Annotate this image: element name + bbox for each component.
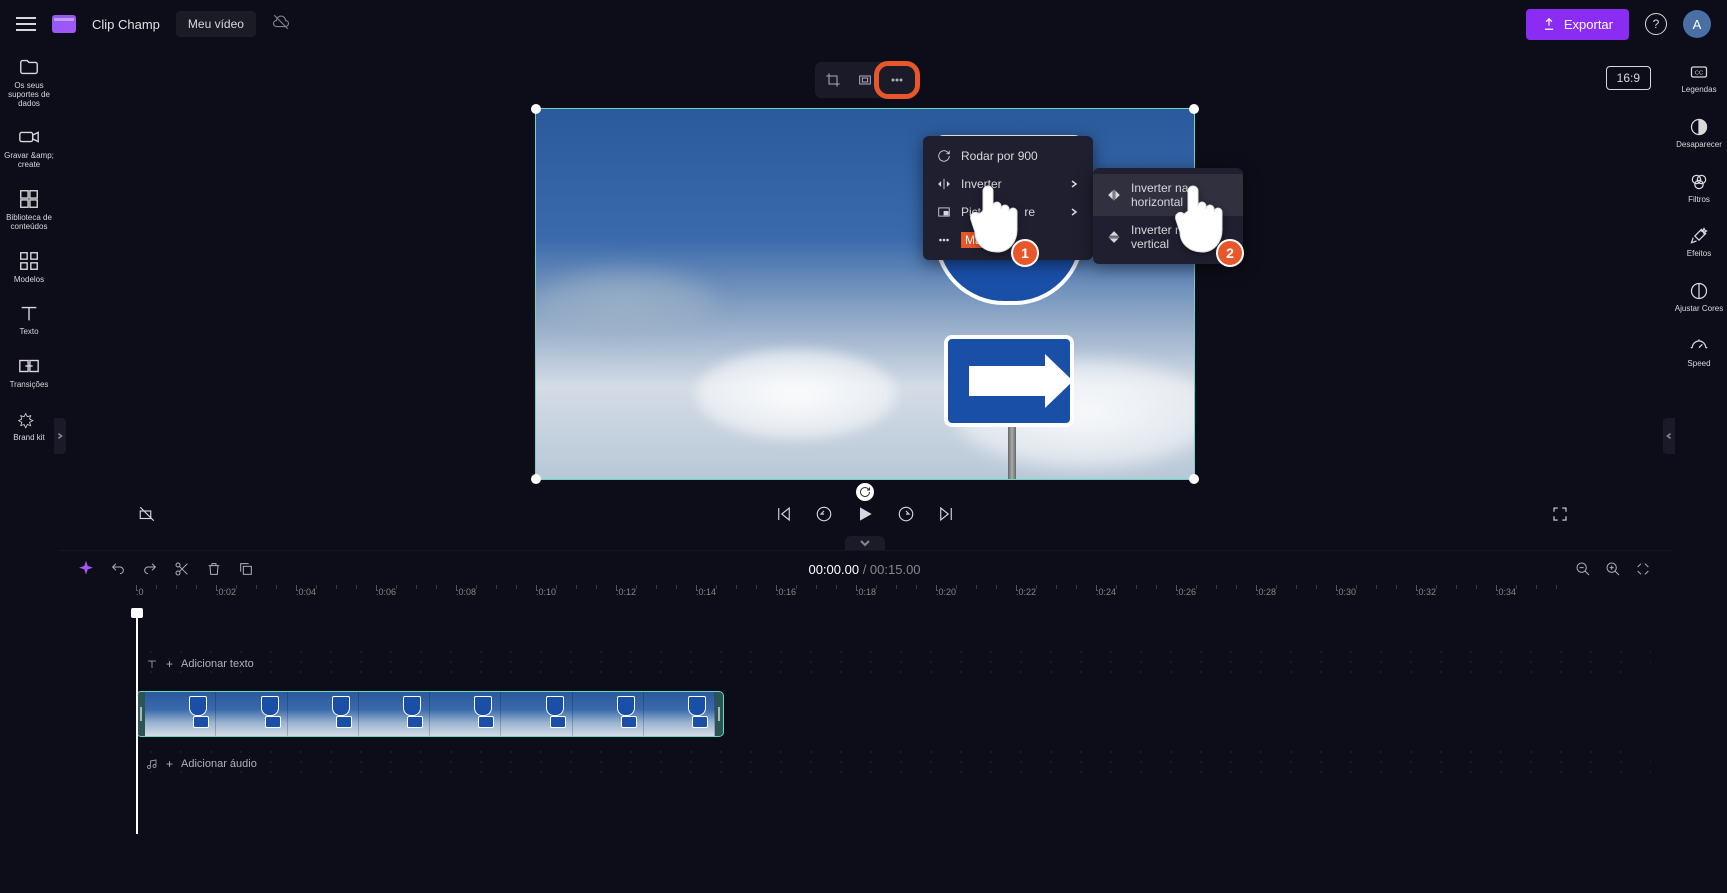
preview-toolbar: 16:9 [58,48,1671,102]
sidebar-item-captions[interactable]: CC Legendas [1679,62,1718,95]
clip-handle-right[interactable] [715,692,723,736]
sidebar-item-record[interactable]: Gravar &amp; create [0,126,58,170]
rewind-button[interactable] [815,505,833,523]
forward-button[interactable] [897,505,915,523]
sidebar-item-text[interactable]: Texto [16,302,42,337]
header: Clip Champ Meu vídeo Exportar ? A [0,0,1727,48]
delete-button[interactable] [206,561,222,577]
clip-handle-left[interactable] [137,692,145,736]
app-logo-icon [52,15,76,33]
export-button[interactable]: Exportar [1526,9,1629,40]
sidebar-left: Os seus suportes de dados Gravar &amp; c… [0,48,58,893]
text-track[interactable]: + Adicionar texto [136,647,1651,681]
collapse-timeline-button[interactable] [845,536,885,550]
user-avatar[interactable]: A [1683,10,1711,38]
fullscreen-button[interactable] [1551,505,1591,523]
sidebar-item-adjust-colors[interactable]: Ajustar Cores [1673,281,1725,314]
preview-frame: 376 Este(a) [536,109,1194,479]
submenu-flip-horizontal[interactable]: Inverter na horizontal [1093,174,1243,216]
fit-button[interactable] [851,66,879,94]
split-button[interactable] [174,561,190,577]
sidebar-item-brand-kit[interactable]: Brand kit [11,408,47,443]
playhead[interactable] [136,614,138,834]
preview-canvas[interactable]: 376 Este(a) [535,108,1195,480]
audio-track[interactable]: + Adicionar áudio [136,747,1651,781]
timeline: 00:00.00 / 00:15.00 :0:0:02:0:04:0:06:0:… [58,550,1671,791]
help-button[interactable]: ? [1645,13,1667,35]
resize-handle-br[interactable] [1189,474,1199,484]
menu-pip[interactable]: Pictou e re [923,198,1093,226]
more-options-button[interactable] [883,66,911,94]
export-label: Exportar [1564,17,1613,32]
zoom-in-button[interactable] [1605,561,1621,577]
sidebar-item-library[interactable]: Biblioteca de conteúdos [0,188,58,232]
project-name[interactable]: Meu vídeo [176,11,256,37]
menu-more[interactable]: Mais op [923,226,1093,254]
resize-handle-tr[interactable] [1189,104,1199,114]
menu-rotate[interactable]: Rodar por 900 [923,142,1093,170]
skip-forward-button[interactable] [937,505,955,523]
app-name: Clip Champ [92,17,160,32]
duplicate-button[interactable] [238,561,254,577]
detach-audio-button[interactable] [138,505,178,523]
sidebar-item-media[interactable]: Os seus suportes de dados [0,56,58,108]
undo-button[interactable] [110,561,126,577]
add-text-button[interactable]: + Adicionar texto [136,657,254,671]
timeline-time: 00:00.00 / 00:15.00 [808,562,920,577]
menu-flip[interactable]: Inverter [923,170,1093,198]
resize-handle-tl[interactable] [531,104,541,114]
sidebar-item-effects[interactable]: Efeitos [1685,226,1713,259]
rotate-handle[interactable] [856,483,874,501]
resize-handle-bl[interactable] [531,474,541,484]
sign-arrow-icon [944,335,1074,427]
sidebar-item-fade[interactable]: Desaparecer [1674,117,1724,150]
flip-submenu: Inverter na horizontal Inverter na verti… [1093,168,1243,264]
video-clip[interactable] [136,691,724,737]
sidebar-item-filters[interactable]: Filtros [1686,172,1712,205]
skip-back-button[interactable] [775,505,793,523]
sidebar-right-expand[interactable] [1663,418,1675,454]
submenu-flip-vertical[interactable]: Inverter na vertical [1093,216,1243,258]
aspect-ratio-button[interactable]: 16:9 [1606,66,1651,90]
ai-tool-button[interactable] [78,561,94,577]
zoom-fit-button[interactable] [1635,561,1651,577]
sidebar-item-templates[interactable]: Modelos [12,250,46,285]
zoom-out-button[interactable] [1575,561,1591,577]
menu-button[interactable] [16,17,36,31]
add-audio-button[interactable]: + Adicionar áudio [136,757,257,771]
play-button[interactable] [855,504,875,524]
sync-off-icon [272,13,290,36]
timeline-ruler[interactable]: :0:0:02:0:04:0:06:0:08:0:10:0:12:0:14:0:… [136,587,1651,611]
redo-button[interactable] [142,561,158,577]
sidebar-item-transitions[interactable]: Transições [8,355,51,390]
crop-button[interactable] [819,66,847,94]
sidebar-item-speed[interactable]: Speed [1685,336,1712,369]
context-menu: Rodar por 900 Inverter Pictou e re Mais … [923,136,1093,260]
svg-text:CC: CC [1695,71,1703,77]
sidebar-right: CC Legendas Desaparecer Filtros Efeitos … [1671,48,1727,893]
